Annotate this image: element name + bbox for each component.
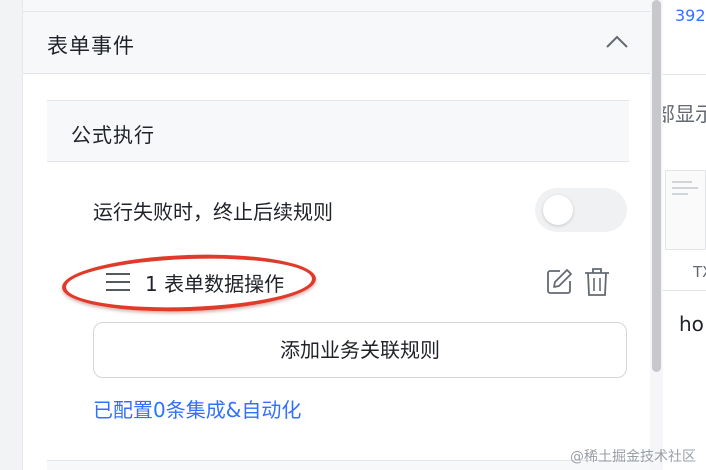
divider [663, 290, 706, 291]
scroll-thumb[interactable] [652, 0, 661, 372]
background-text: 部显示 [663, 102, 706, 126]
integration-automation-link[interactable]: 已配置0条集成&自动化 [93, 394, 301, 423]
file-thumbnail[interactable] [665, 170, 706, 250]
subsection-title: 公式执行 [71, 123, 155, 147]
thumb-label: TXT [693, 263, 706, 281]
section-header-form-events[interactable]: 表单事件 [23, 12, 651, 74]
toggle-knob [543, 195, 573, 225]
divider [663, 74, 706, 75]
panel-top-gap [23, 0, 663, 12]
edit-icon[interactable] [544, 267, 574, 297]
thumb-line [672, 181, 692, 183]
background-panel: 392 部显示 TXT ho [663, 0, 706, 470]
thumb-line [672, 187, 698, 189]
thumb-line [672, 193, 688, 195]
watermark: @稀土掘金技术社区 [570, 449, 696, 465]
trash-icon[interactable] [583, 266, 611, 298]
chevron-up-icon[interactable] [603, 30, 631, 54]
add-business-rule-button[interactable]: 添加业务关联规则 [93, 322, 627, 378]
background-number: 392 [675, 6, 706, 25]
section-title: 表单事件 [47, 34, 135, 58]
settings-panel: 表单事件 公式执行 运行失败时，终止后续规则 1 表单数据操作 添加业务关联规则 [22, 0, 663, 470]
stop-on-failure-toggle[interactable] [535, 188, 627, 232]
stop-on-failure-label: 运行失败时，终止后续规则 [93, 200, 333, 224]
subsection-header: 公式执行 [47, 100, 629, 162]
background-word: ho [679, 312, 704, 336]
next-section-edge [47, 460, 651, 470]
scrollbar[interactable] [650, 0, 663, 470]
